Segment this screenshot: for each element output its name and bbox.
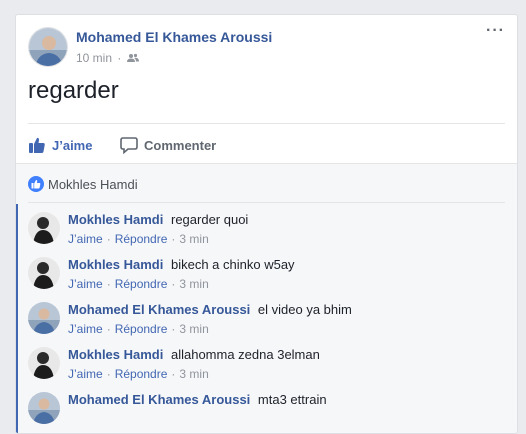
post-meta: 10 min ·: [76, 51, 139, 66]
comment-text: el video ya bhim: [257, 302, 352, 317]
comment-line: Mohamed El Khames Aroussi el video ya bh…: [68, 302, 352, 317]
comments-divider: [28, 202, 505, 203]
comment-like-link[interactable]: J’aime: [68, 277, 103, 291]
comment-author[interactable]: Mokhles Hamdi: [68, 212, 163, 227]
comment-actions: J’aime · Répondre · 3 min: [68, 232, 209, 246]
comment-button[interactable]: Commenter: [120, 133, 216, 157]
author-avatar[interactable]: [28, 27, 68, 67]
commenter-avatar[interactable]: [28, 392, 60, 424]
comment-button-label: Commenter: [144, 137, 217, 153]
comment-like-link[interactable]: J’aime: [68, 367, 103, 381]
comment-icon: [120, 137, 138, 154]
post-text: regarder: [28, 77, 119, 104]
like-reaction-icon: [28, 176, 44, 192]
comment-line: Mokhles Hamdi regarder quoi: [68, 212, 248, 227]
comments-highlight-bar: [16, 204, 18, 433]
comment-like-link[interactable]: J’aime: [68, 322, 103, 336]
comment-reply-link[interactable]: Répondre: [115, 277, 168, 291]
comment-time[interactable]: 3 min: [179, 322, 208, 336]
comment-line: Mokhles Hamdi allahomma zedna 3elman: [68, 347, 320, 362]
likers-summary[interactable]: Mokhles Hamdi: [28, 176, 138, 192]
comment-line: Mokhles Hamdi bikech a chinko w5ay: [68, 257, 295, 272]
commenter-avatar[interactable]: [28, 302, 60, 334]
likers-names: Mokhles Hamdi: [48, 176, 138, 192]
comment-actions: J’aime · Répondre · 3 min: [68, 367, 209, 381]
commenter-avatar[interactable]: [28, 347, 60, 379]
thumbs-up-icon: [29, 137, 45, 153]
meta-separator: ·: [117, 51, 122, 65]
post-time[interactable]: 10 min: [76, 51, 112, 65]
more-options-icon[interactable]: ···: [486, 23, 505, 39]
comment-time[interactable]: 3 min: [179, 277, 208, 291]
comment-author[interactable]: Mokhles Hamdi: [68, 347, 163, 362]
comment-text: mta3 ettrain: [257, 392, 327, 407]
comment-author[interactable]: Mohamed El Khames Aroussi: [68, 392, 250, 407]
comment-reply-link[interactable]: Répondre: [115, 367, 168, 381]
comment-line: Mohamed El Khames Aroussi mta3 ettrain: [68, 392, 327, 407]
comment-author[interactable]: Mohamed El Khames Aroussi: [68, 302, 250, 317]
post-card: Mohamed El Khames Aroussi 10 min · ··· r…: [15, 14, 518, 434]
comment-like-link[interactable]: J’aime: [68, 232, 103, 246]
like-button-label: J’aime: [52, 137, 93, 153]
comment-author[interactable]: Mokhles Hamdi: [68, 257, 163, 272]
comment-text: allahomma zedna 3elman: [170, 347, 320, 362]
commenter-avatar[interactable]: [28, 212, 60, 244]
comment-actions: J’aime · Répondre · 3 min: [68, 322, 209, 336]
comment-reply-link[interactable]: Répondre: [115, 322, 168, 336]
comment-text: bikech a chinko w5ay: [170, 257, 295, 272]
like-button[interactable]: J’aime: [28, 133, 92, 157]
actions-divider: [28, 123, 505, 124]
comment-reply-link[interactable]: Répondre: [115, 232, 168, 246]
commenter-avatar[interactable]: [28, 257, 60, 289]
comment-time[interactable]: 3 min: [179, 367, 208, 381]
comments-section: Mokhles Hamdi Mokhles Hamdi regarder quo…: [16, 163, 517, 433]
friends-audience-icon[interactable]: [126, 52, 139, 66]
comment-actions: J’aime · Répondre · 3 min: [68, 277, 209, 291]
comment-text: regarder quoi: [170, 212, 249, 227]
comment-time[interactable]: 3 min: [179, 232, 208, 246]
post-author-name[interactable]: Mohamed El Khames Aroussi: [76, 29, 272, 45]
